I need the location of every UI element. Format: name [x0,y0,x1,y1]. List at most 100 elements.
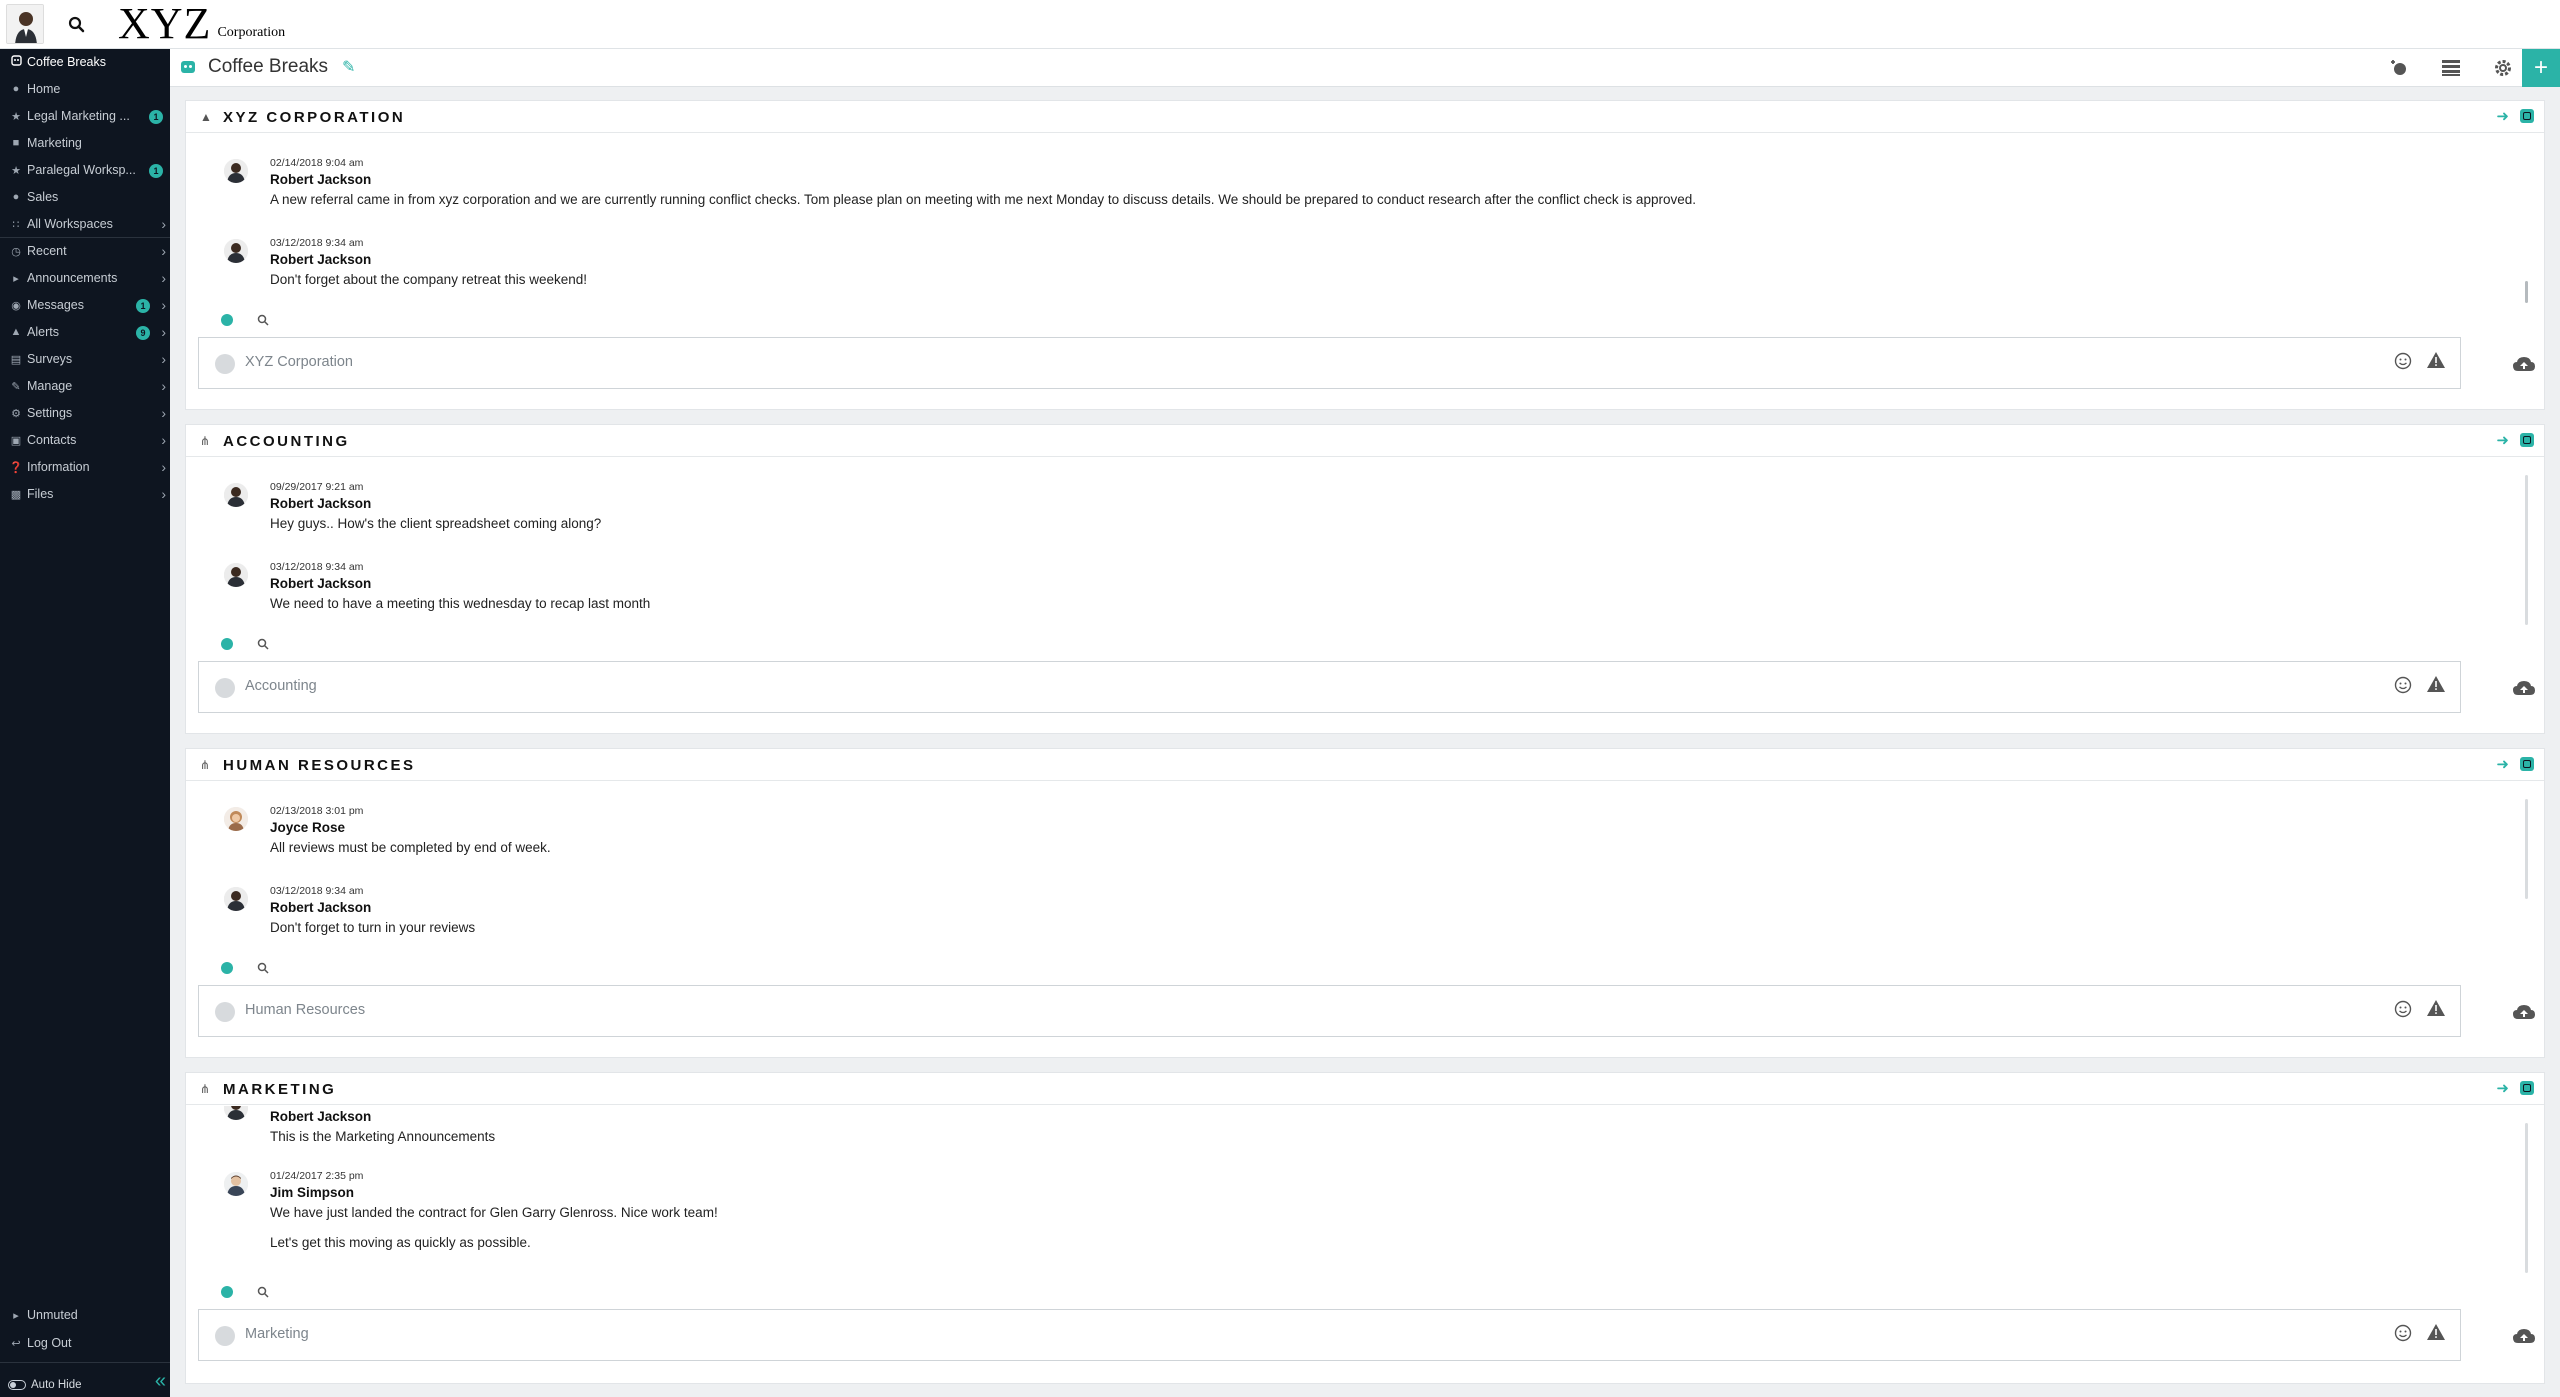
auto-hide-label: Auto Hide [31,1379,82,1391]
open-arrow-icon[interactable]: ➜ [2496,755,2509,773]
panel-robot-icon[interactable] [2520,109,2534,123]
panel-title: XYZ CORPORATION [223,109,406,126]
chat-bubble-icon[interactable] [220,637,234,656]
chevron-right-icon: › [161,405,166,421]
org-icon: ▲ [200,110,212,124]
message-text: Don't forget about the company retreat t… [270,272,588,287]
sidebar-item-all-workspaces[interactable]: ∷ All Workspaces › [0,211,170,237]
sidebar-item-logout[interactable]: ↩ Log Out [0,1330,170,1356]
upload-cloud-icon[interactable] [2512,679,2536,702]
avatar [224,807,248,831]
sidebar: Coffee Breaks ● Home ★ Legal Marketing .… [0,49,170,1397]
message-time: 03/12/2018 9:34 am [270,885,364,897]
grid-icon: ∷ [12,218,20,231]
chevron-right-icon: › [161,243,166,259]
chat-bubble-icon[interactable] [220,1285,234,1304]
auto-hide-toggle[interactable]: Auto Hide [8,1379,82,1391]
scrollbar[interactable] [2525,799,2528,899]
message-author: Robert Jackson [270,576,372,591]
sidebar-item-alerts[interactable]: ▲ Alerts 9 › [0,319,170,345]
sidebar-item-manage[interactable]: ✎ Manage › [0,373,170,399]
search-icon[interactable] [256,313,270,332]
upload-cloud-icon[interactable] [2512,1327,2536,1350]
message-input[interactable]: Human Resources [198,985,2461,1037]
open-arrow-icon[interactable]: ➜ [2496,107,2509,125]
sidebar-item-recent[interactable]: ◷ Recent › [0,238,170,264]
chevron-right-icon: › [161,351,166,367]
sidebar-item-files[interactable]: ▩ Files › [0,481,170,507]
speaker-icon: ▸ [13,1309,19,1322]
panel-robot-icon[interactable] [2520,757,2534,771]
chevron-right-icon: › [161,486,166,502]
robot-icon [180,59,196,80]
alert-icon[interactable] [2426,1323,2446,1346]
sidebar-item-messages[interactable]: ◉ Messages 1 › [0,292,170,318]
scrollbar[interactable] [2525,475,2528,625]
new-chat-icon[interactable] [2380,49,2418,87]
search-icon[interactable] [256,1285,270,1304]
sidebar-item-paralegal-workspace[interactable]: ★ Paralegal Worksp... 1 [0,157,170,183]
sidebar-item-marketing[interactable]: ■ Marketing [0,130,170,156]
open-arrow-icon[interactable]: ➜ [2496,431,2509,449]
alert-icon[interactable] [2426,999,2446,1022]
upload-cloud-icon[interactable] [2512,1003,2536,1026]
message-input[interactable]: Marketing [198,1309,2461,1361]
edit-icon[interactable]: ✎ [342,57,355,77]
chat-bubble-icon[interactable] [220,961,234,980]
message-input[interactable]: Accounting [198,661,2461,713]
message-input[interactable]: XYZ Corporation [198,337,2461,389]
search-icon[interactable] [256,637,270,656]
sidebar-item-sales[interactable]: ● Sales [0,184,170,210]
alert-icon[interactable] [2426,351,2446,374]
emoji-icon[interactable] [2394,676,2412,699]
message-list[interactable]: 09/29/2017 9:21 am Robert Jackson Hey gu… [186,458,2516,618]
sidebar-item-label: Settings [27,406,73,420]
add-button[interactable]: + [2522,49,2560,87]
panel-robot-icon[interactable] [2520,433,2534,447]
emoji-icon[interactable] [2394,1324,2412,1347]
message-list[interactable]: 02/14/2018 9:04 am Robert Jackson A new … [186,134,2516,294]
sidebar-item-label: Surveys [27,352,73,366]
upload-cloud-icon[interactable] [2512,355,2536,378]
sidebar-item-announcements[interactable]: ▸ Announcements › [0,265,170,291]
sidebar-item-contacts[interactable]: ▣ Contacts › [0,427,170,453]
sidebar-item-legal-marketing[interactable]: ★ Legal Marketing ... 1 [0,103,170,129]
avatar [224,887,248,911]
open-arrow-icon[interactable]: ➜ [2496,1079,2509,1097]
panel-header: ▲ XYZ CORPORATION ➜ [186,101,2544,133]
gear-icon[interactable] [2484,49,2522,87]
sidebar-item-home[interactable]: ● Home [0,76,170,102]
input-placeholder: Human Resources [245,1002,366,1018]
search-icon[interactable] [62,10,92,38]
panel-title: MARKETING [223,1081,337,1098]
sidebar-item-settings[interactable]: ⚙ Settings › [0,400,170,426]
survey-icon: ▤ [10,353,22,366]
org-chart-icon: ⋔ [200,1082,211,1096]
search-icon[interactable] [256,961,270,980]
alert-icon[interactable] [2426,675,2446,698]
message-list[interactable]: 02/13/2018 3:01 pm Joyce Rose All review… [186,782,2516,942]
panel-header: ⋔ HUMAN RESOURCES ➜ [186,749,2544,781]
emoji-icon[interactable] [2394,352,2412,375]
message-tools [220,313,270,332]
message-text: A new referral came in from xyz corporat… [270,192,1696,207]
collapse-sidebar-icon[interactable]: « [155,1370,166,1393]
message-time: 02/13/2018 3:01 pm [270,805,364,817]
chevron-right-icon: › [161,432,166,448]
scrollbar[interactable] [2525,1123,2528,1273]
scrollbar[interactable] [2525,281,2528,303]
channel-panel-accounting: ⋔ ACCOUNTING ➜ 09/29/2017 9:21 am Robert… [185,424,2545,734]
message-tools [220,637,270,656]
star-icon: ★ [11,110,21,123]
sidebar-item-surveys[interactable]: ▤ Surveys › [0,346,170,372]
chat-bubble-icon[interactable] [220,313,234,332]
sidebar-item-coffee-breaks[interactable]: Coffee Breaks [0,49,170,75]
message-list[interactable]: Robert Jackson This is the Marketing Ann… [186,1106,2516,1276]
list-view-icon[interactable] [2432,49,2470,87]
emoji-icon[interactable] [2394,1000,2412,1023]
sidebar-item-information[interactable]: ❓ Information › [0,454,170,480]
panel-robot-icon[interactable] [2520,1081,2534,1095]
message-time: 09/29/2017 9:21 am [270,481,364,493]
user-avatar[interactable] [6,4,44,44]
sidebar-item-unmuted[interactable]: ▸ Unmuted [0,1302,170,1328]
